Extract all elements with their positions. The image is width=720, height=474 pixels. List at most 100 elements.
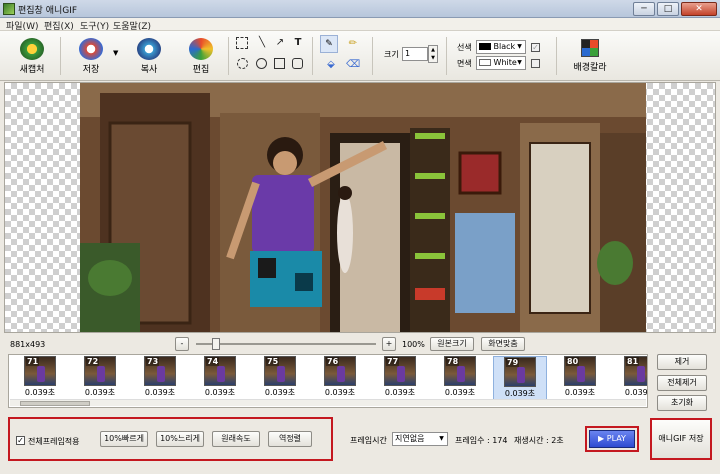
frame-figure (457, 366, 465, 382)
frame-thumbnail[interactable]: 76 0.039초 (313, 356, 367, 400)
fill-color-select[interactable]: White ▼ (476, 56, 526, 70)
background-color-button[interactable]: 배경칼라 (568, 35, 612, 77)
frame-time: 0.039초 (384, 388, 416, 397)
toolbar-separator (372, 37, 373, 75)
frame-thumbnail[interactable]: 75 0.039초 (253, 356, 307, 400)
zoom-percent: 100% (402, 340, 425, 349)
image-canvas[interactable] (4, 82, 716, 333)
maximize-button[interactable]: □ (657, 2, 679, 16)
frame-image: 78 (444, 356, 476, 386)
frame-time: 0.039초 (204, 388, 236, 397)
select-rect-icon[interactable] (236, 37, 248, 49)
palette-icon (581, 39, 599, 57)
original-speed-button[interactable]: 원래속도 (212, 431, 260, 447)
select-ellipse-icon[interactable] (237, 58, 248, 69)
frame-thumbnail[interactable]: 79 0.039초 (493, 356, 547, 400)
reverse-button[interactable]: 역정렬 (268, 431, 312, 447)
fill-icon[interactable]: ⬙ (324, 58, 338, 72)
save-button[interactable]: 저장 (72, 35, 110, 77)
frame-figure (37, 366, 45, 382)
toolbar: 새캡처 저장 ▼ 복사 편집 ╲ ↗ T ✎ ✏ ⬙ ⌫ 크기 1 ▲ ▼ 선색 … (0, 31, 720, 81)
original-size-button[interactable]: 원본크기 (430, 337, 474, 351)
fit-screen-button[interactable]: 화면맞춤 (481, 337, 525, 351)
frame-thumbnail[interactable]: 80 0.039초 (553, 356, 607, 400)
frame-figure (517, 367, 525, 383)
slower-button[interactable]: 10%느리게 (156, 431, 204, 447)
frame-thumbnail[interactable]: 77 0.039초 (373, 356, 427, 400)
ellipse-icon[interactable] (256, 58, 267, 69)
frame-time-select[interactable]: 지연없음 ▼ (392, 432, 448, 446)
frame-image: 72 (84, 356, 116, 386)
frame-number: 72 (86, 357, 100, 366)
eraser-icon[interactable]: ⌫ (346, 58, 360, 72)
highlighter-icon[interactable]: ✏ (346, 37, 360, 51)
frame-number: 80 (566, 357, 580, 366)
apply-all-checkbox[interactable]: ✓ (16, 436, 25, 445)
frame-thumbnail[interactable]: 72 0.039초 (73, 356, 127, 400)
frame-time: 0.039초 (504, 389, 536, 398)
frame-thumbnail[interactable]: 74 0.039초 (193, 356, 247, 400)
frame-time-label: 프레임시간 (350, 436, 387, 445)
faster-button[interactable]: 10%빠르게 (100, 431, 148, 447)
minimize-button[interactable]: ─ (633, 2, 655, 16)
remove-all-button[interactable]: 전체제거 (657, 375, 707, 391)
frame-number: 71 (26, 357, 40, 366)
frame-thumbnail[interactable]: 81 0.039초 (613, 356, 647, 400)
frame-image: 76 (324, 356, 356, 386)
new-capture-button[interactable]: 새캡처 (12, 35, 52, 77)
close-button[interactable]: ✕ (681, 2, 717, 16)
copy-button[interactable]: 복사 (130, 35, 168, 77)
reset-button[interactable]: 초기화 (657, 395, 707, 411)
save-gif-button[interactable]: 애니GIF 저장 (650, 418, 712, 460)
zoom-out-button[interactable]: - (175, 337, 189, 351)
app-icon (3, 3, 15, 15)
frame-time: 0.039초 (444, 388, 476, 397)
toolbar-separator (446, 37, 447, 75)
frame-count: 프레임수 : 174 (455, 436, 508, 445)
pen-icon[interactable]: ✎ (320, 35, 338, 53)
line-color-checkbox[interactable]: ✓ (531, 43, 540, 52)
fill-color-checkbox[interactable] (531, 59, 540, 68)
size-label: 크기 (384, 50, 399, 59)
bg-color-label: 배경칼라 (573, 63, 607, 73)
zoom-slider-thumb[interactable] (212, 338, 220, 350)
frame-time: 0.039초 (84, 388, 116, 397)
zoom-in-button[interactable]: + (382, 337, 396, 351)
play-button[interactable]: ▶ PLAY (589, 430, 635, 448)
text-icon[interactable]: T (291, 36, 305, 50)
frame-time: 0.039초 (24, 388, 56, 397)
frame-thumbnail[interactable]: 71 0.039초 (13, 356, 67, 400)
rounded-rect-icon[interactable] (292, 58, 303, 69)
capture-icon (20, 38, 44, 60)
frame-image: 79 (504, 357, 536, 387)
frame-image: 80 (564, 356, 596, 386)
scrollbar-thumb[interactable] (20, 401, 90, 406)
line-color-select[interactable]: Black ▼ (476, 40, 526, 54)
edit-button[interactable]: 편집 (182, 35, 220, 77)
frame-strip-scrollbar[interactable] (10, 399, 646, 406)
frame-number: 73 (146, 357, 160, 366)
frame-image: 71 (24, 356, 56, 386)
frame-number: 75 (266, 357, 280, 366)
frame-time: 0.039초 (264, 388, 296, 397)
save-dropdown-arrow-icon[interactable]: ▼ (113, 49, 118, 57)
frame-image: 81 (624, 356, 647, 386)
frame-image: 75 (264, 356, 296, 386)
apply-all-label: 전체프레임적용 (28, 437, 80, 446)
rectangle-icon[interactable] (274, 58, 285, 69)
save-icon (79, 38, 103, 60)
arrow-icon[interactable]: ↗ (273, 36, 287, 50)
frame-thumbnail[interactable]: 73 0.039초 (133, 356, 187, 400)
frame-thumbnail[interactable]: 78 0.039초 (433, 356, 487, 400)
frame-strip[interactable]: 81 0.039초 80 0.039초 79 0.039초 78 0.039초 77 0.039초… (8, 354, 648, 408)
zoom-slider-track[interactable] (196, 343, 376, 345)
line-icon[interactable]: ╲ (255, 36, 269, 50)
remove-frame-button[interactable]: 제거 (657, 354, 707, 370)
fill-color-value: White (493, 58, 517, 67)
size-input[interactable]: 1 (402, 47, 428, 61)
size-spinner[interactable]: ▲ ▼ (428, 45, 438, 63)
play-time: 재생시간 : 2초 (514, 436, 564, 445)
frame-figure (277, 366, 285, 382)
frame-image: 77 (384, 356, 416, 386)
toolbar-separator (312, 37, 313, 75)
